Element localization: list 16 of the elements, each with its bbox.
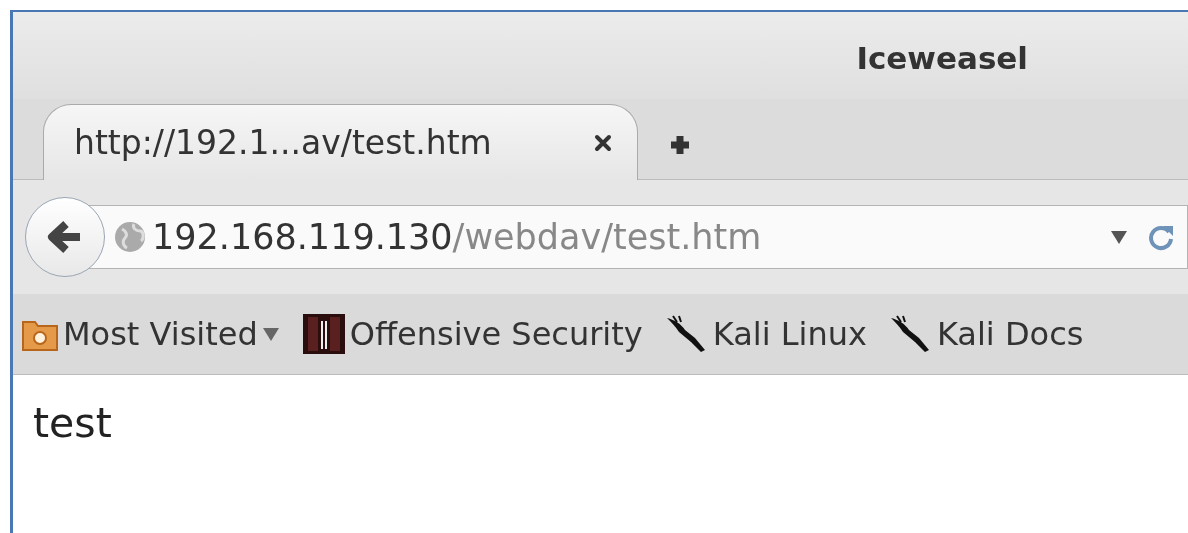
url-path: /webdav/test.htm [452, 217, 762, 257]
page-text: test [33, 399, 112, 447]
globe-icon [114, 221, 146, 253]
plus-icon[interactable] [668, 133, 692, 157]
bookmark-item[interactable]: Kali Docs [888, 314, 1084, 354]
reload-icon[interactable] [1147, 223, 1175, 251]
url-host: 192.168.119.130 [152, 217, 453, 257]
bookmark-item[interactable]: Kali Linux [664, 314, 867, 354]
bookmark-item[interactable]: Most Visited [21, 315, 280, 353]
dropdown-icon[interactable] [1109, 229, 1129, 245]
browser-tab[interactable]: http://192.1...av/test.htm [43, 104, 638, 180]
bookmark-item[interactable]: Offensive Security [301, 313, 643, 355]
window-title: Iceweasel [856, 39, 1028, 76]
caret-icon [261, 326, 280, 342]
door-icon [301, 313, 346, 355]
close-icon[interactable] [593, 132, 613, 153]
